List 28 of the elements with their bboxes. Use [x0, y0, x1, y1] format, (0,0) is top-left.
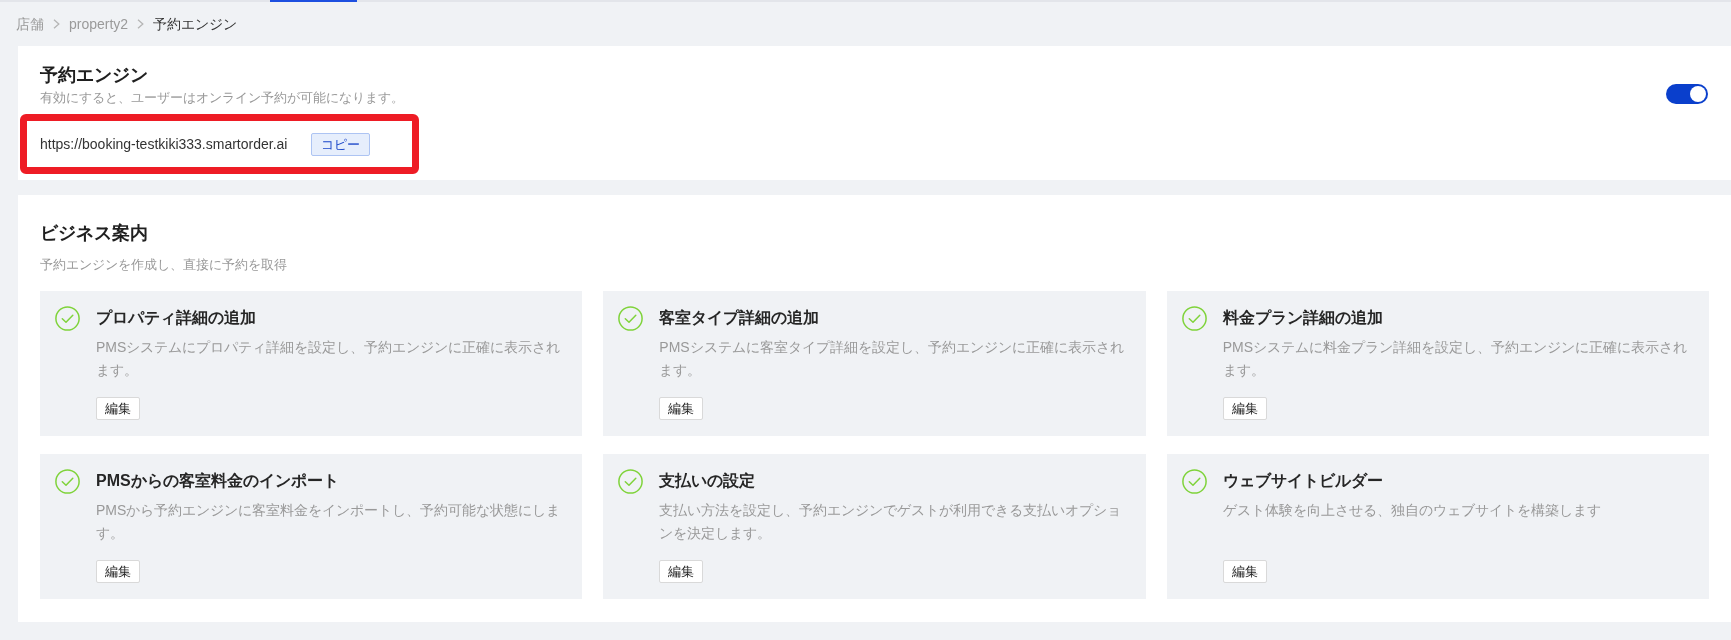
- edit-button[interactable]: 編集: [96, 397, 140, 420]
- step-description: PMSシステムに料金プラン詳細を設定し、予約エンジンに正確に表示されます。: [1222, 338, 1688, 380]
- step-description: ゲスト体験を向上させる、独自のウェブサイトを構築します: [1222, 501, 1601, 520]
- step-title: 支払いの設定: [659, 471, 756, 491]
- step-description: PMSから予約エンジンに客室料金をインポートし、予約可能な状態にします。: [96, 501, 562, 543]
- edit-button[interactable]: 編集: [659, 397, 704, 420]
- step-description: PMSシステムに客室タイプ詳細を設定し、予約エンジンに正確に表示されます。: [659, 338, 1125, 380]
- step-title: 客室タイプ詳細の追加: [659, 308, 820, 328]
- section-description: 予約エンジンを作成し、直接に予約を取得: [40, 256, 288, 274]
- section-title: ビジネス案内: [40, 222, 149, 245]
- toggle-switch[interactable]: [1666, 84, 1708, 104]
- copy-button[interactable]: コピー: [311, 132, 371, 156]
- edit-button[interactable]: 編集: [1222, 560, 1267, 583]
- chevron-right-icon: [53, 19, 60, 29]
- chevron-right-icon: [137, 19, 145, 29]
- step-description: PMSシステムにプロパティ詳細を設定し、予約エンジンに正確に表示されます。: [96, 338, 562, 380]
- step-title: 料金プラン詳細の追加: [1222, 308, 1383, 328]
- breadcrumb-item: 予約エンジン: [153, 14, 238, 34]
- section-description: 有効にすると、ユーザーはオンライン予約が可能になります。: [40, 89, 405, 107]
- edit-button[interactable]: 編集: [1222, 397, 1267, 420]
- section-title: 予約エンジン: [40, 64, 149, 87]
- step-title: ウェブサイトビルダー: [1222, 471, 1383, 491]
- edit-button[interactable]: 編集: [96, 560, 140, 583]
- step-title: PMSからの客室料金のインポート: [96, 471, 339, 491]
- booking-url: https://booking-testkiki333.smartorder.ai: [40, 134, 288, 154]
- step-title: プロパティ詳細の追加: [96, 308, 256, 328]
- edit-button[interactable]: 編集: [659, 560, 704, 583]
- step-description: 支払い方法を設定し、予約エンジンでゲストが利用できる支払いオプションを決定します。: [659, 501, 1123, 543]
